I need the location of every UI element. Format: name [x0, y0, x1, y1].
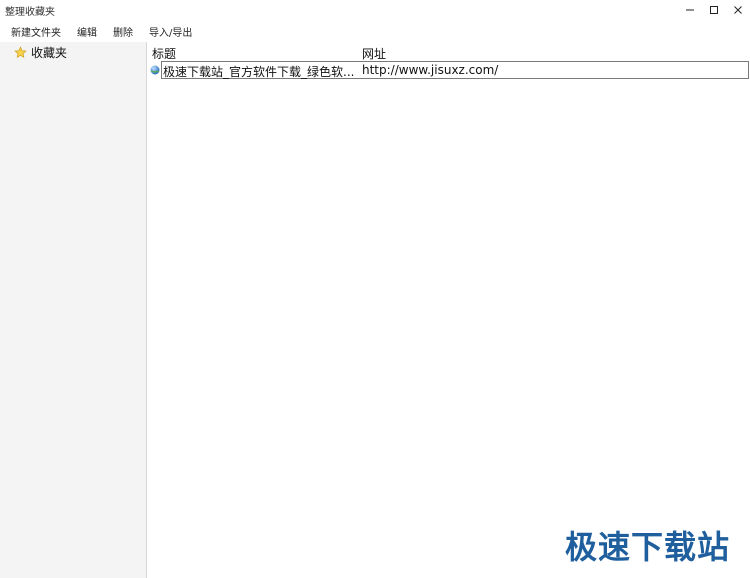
menu-bar: 新建文件夹 编辑 删除 导入/导出	[0, 21, 750, 41]
close-button[interactable]	[726, 0, 750, 20]
column-header-url[interactable]: 网址	[362, 45, 386, 62]
maximize-icon	[710, 6, 718, 14]
star-icon	[14, 45, 27, 58]
window-controls	[678, 0, 750, 20]
menu-new-folder[interactable]: 新建文件夹	[0, 24, 69, 39]
minimize-icon	[686, 9, 694, 11]
close-icon	[734, 6, 742, 14]
row-title: 极速下载站_官方软件下载_绿色软...	[163, 65, 355, 79]
menu-import-export[interactable]: 导入/导出	[141, 24, 200, 39]
tree-item-label: 收藏夹	[31, 45, 68, 60]
list-row[interactable]: 极速下载站_官方软件下载_绿色软... http://www.jisuxz.co…	[147, 61, 750, 79]
maximize-button[interactable]	[702, 0, 726, 20]
row-url: http://www.jisuxz.com/	[362, 63, 499, 77]
globe-icon	[150, 65, 160, 75]
favorites-list: 标题 网址 极速下载站_官方软件下载_绿色软... http://www.jis…	[147, 42, 750, 578]
column-header-title[interactable]: 标题	[152, 45, 176, 62]
tree-item-favorites[interactable]: 收藏夹	[14, 44, 67, 60]
window-title: 整理收藏夹	[5, 7, 55, 18]
folder-tree: 收藏夹	[0, 42, 147, 578]
menu-edit[interactable]: 编辑	[69, 24, 105, 39]
list-header: 标题 网址	[147, 42, 750, 62]
minimize-button[interactable]	[678, 0, 702, 20]
watermark-logo: 极速下载站	[564, 528, 730, 566]
title-bar: 整理收藏夹	[0, 0, 750, 20]
menu-delete[interactable]: 删除	[105, 24, 141, 39]
